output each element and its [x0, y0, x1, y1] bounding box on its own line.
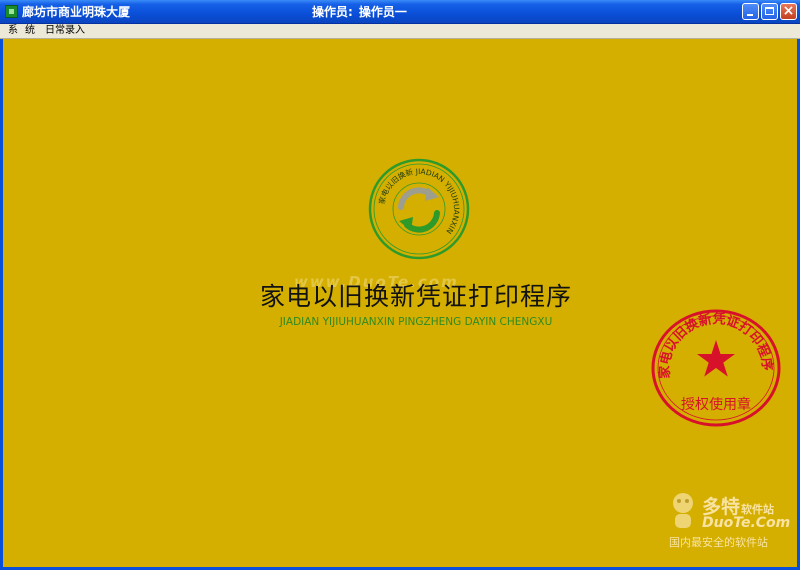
title-bar[interactable]: 廊坊市商业明珠大厦 操作员: 操作员一: [0, 0, 800, 24]
window-title: 廊坊市商业明珠大厦: [22, 5, 131, 19]
seal-bottom-text: 授权使用章: [681, 396, 751, 413]
menu-system[interactable]: 系统: [8, 24, 42, 38]
menu-daily-entry[interactable]: 日常录入: [45, 24, 85, 38]
operator-name: 操作员一: [358, 5, 407, 19]
brand-slogan: 国内最安全的软件站: [669, 536, 768, 549]
program-title: 家电以旧换新凭证打印程序: [259, 282, 572, 311]
menu-bar: 系统 日常录入: [0, 24, 800, 39]
authorization-seal: 家电以旧换新凭证打印程序 授权使用章: [651, 309, 781, 427]
operator-info: 操作员: 操作员一: [312, 4, 407, 20]
app-icon[interactable]: [5, 5, 18, 18]
maximize-button[interactable]: [761, 3, 778, 20]
brand-domain: DuoTe.Com: [702, 515, 791, 531]
recycle-logo: 家电以旧换新 JIADIAN YIJIUHUANXIN: [368, 158, 470, 260]
recycle-arrows-icon: [398, 187, 440, 233]
window-frame-left: [0, 39, 3, 570]
corner-watermark: 多特软件站 DuoTe.Com 国内最安全的软件站: [662, 488, 796, 554]
star-icon: [697, 340, 735, 377]
close-button[interactable]: [780, 3, 797, 20]
minimize-button[interactable]: [742, 3, 759, 20]
program-subtitle: JIADIAN YIJIUHUANXIN PINGZHENG DAYIN CHE…: [279, 316, 553, 328]
logo-ring-text: 家电以旧换新 JIADIAN YIJIUHUANXIN: [376, 166, 461, 235]
mascot-icon: [673, 493, 693, 528]
operator-label: 操作员:: [312, 5, 353, 19]
svg-text:家电以旧换新 JIADIAN YIJIUHUANXIN: 家电以旧换新 JIADIAN YIJIUHUANXIN: [376, 166, 461, 235]
